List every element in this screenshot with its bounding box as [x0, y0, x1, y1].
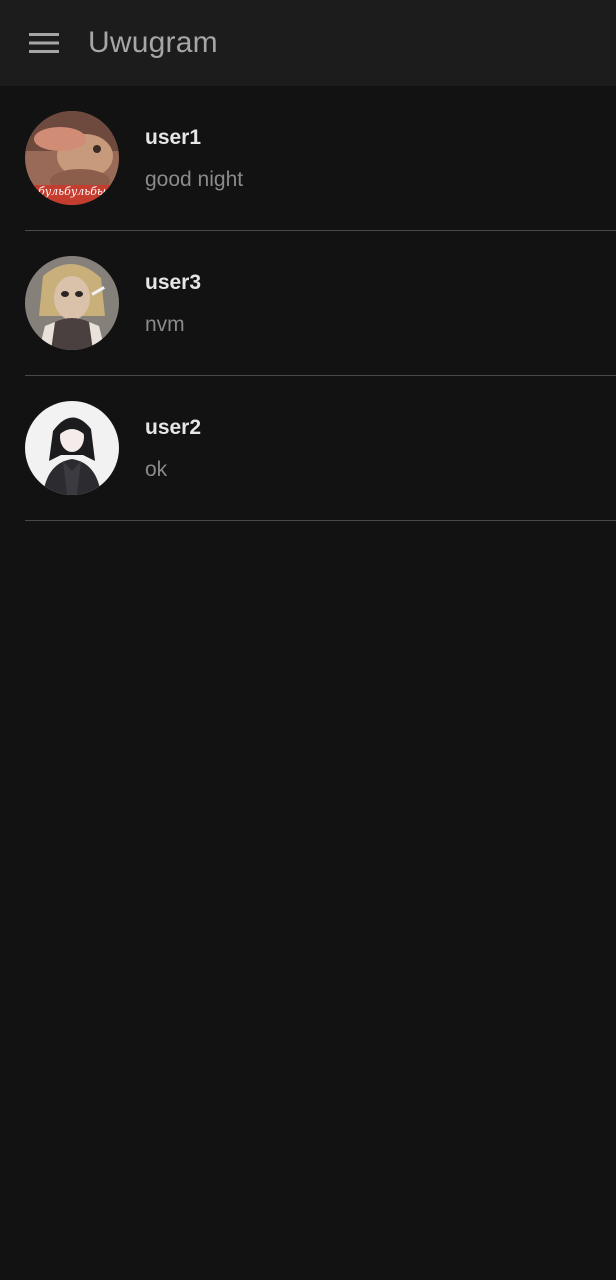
avatar-user1[interactable]: бульбульбы	[25, 111, 119, 205]
chat-name: user2	[145, 416, 202, 439]
avatar-image-anime-character	[25, 401, 119, 495]
chat-item-user2[interactable]: user2 ok	[0, 376, 616, 521]
divider	[25, 520, 616, 521]
app-title: Uwugram	[88, 26, 218, 59]
chat-preview: ok	[145, 458, 168, 481]
chat-preview: good night	[145, 168, 244, 191]
avatar-user3[interactable]	[25, 256, 119, 350]
chat-item-user3[interactable]: user3 nvm	[0, 231, 616, 376]
menu-button[interactable]	[27, 26, 61, 60]
avatar-image-person	[25, 256, 119, 350]
app-bar: Uwugram	[0, 0, 616, 86]
avatar-image-pufferfish: бульбульбы	[25, 111, 119, 205]
avatar-caption: бульбульбы	[38, 185, 106, 198]
chat-item-user1[interactable]: бульбульбы user1 good night	[0, 86, 616, 231]
hamburger-menu-icon	[29, 33, 59, 53]
chat-list: бульбульбы user1 good night user3 nvm us…	[0, 86, 616, 521]
chat-name: user3	[145, 271, 202, 294]
chat-name: user1	[145, 126, 202, 149]
chat-preview: nvm	[145, 313, 185, 336]
avatar-user2[interactable]	[25, 401, 119, 495]
